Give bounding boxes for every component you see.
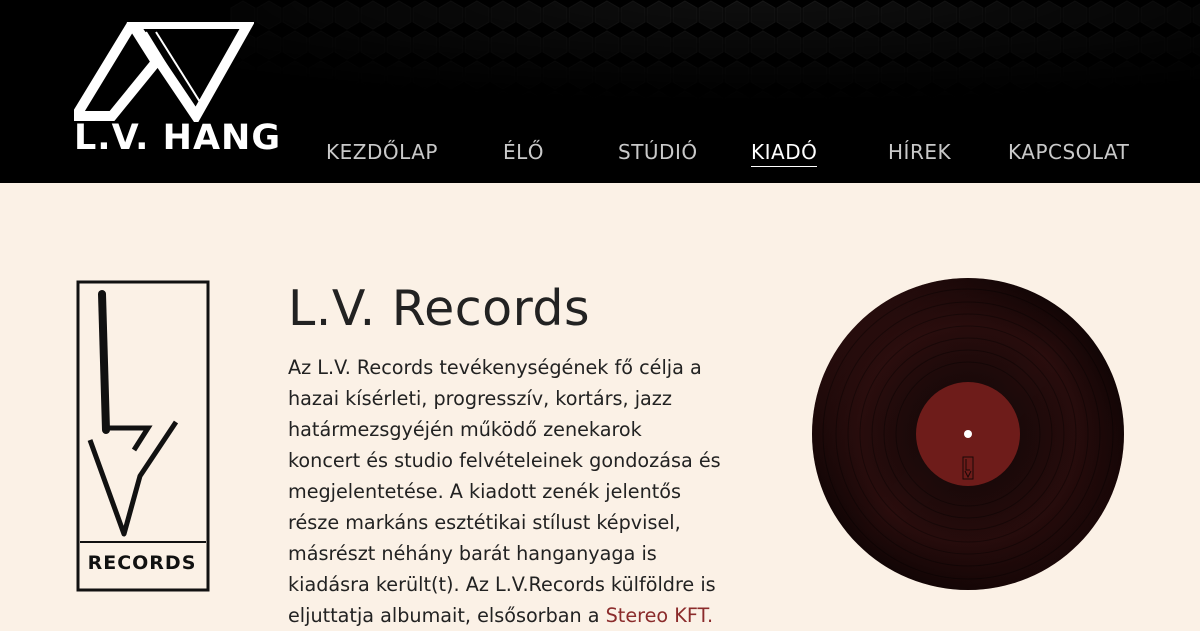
- paragraph-line: megjelentetése. A kiadott zenék jelentős: [288, 480, 681, 503]
- nav-item-hirek[interactable]: HÍREK: [888, 140, 951, 164]
- hexagon-pattern-background: [230, 0, 1200, 130]
- paragraph-line: határmezsgyéjén működő zenekarok: [288, 418, 642, 441]
- paragraph-line-last: eljuttatja albumait, elsősorban a Stereo…: [288, 600, 758, 631]
- lv-triangle-logo-icon: [74, 22, 254, 122]
- lv-records-label-logo: RECORDS: [76, 280, 210, 592]
- records-wordmark: RECORDS: [88, 552, 197, 574]
- nav-item-kezdolap[interactable]: KEZDŐLAP: [326, 140, 438, 164]
- nav-item-elo[interactable]: ÉLŐ: [503, 140, 544, 164]
- main-nav: KEZDŐLAP ÉLŐ STÚDIÓ KIADÓ HÍREK KAPCSOLA…: [0, 140, 1200, 180]
- vinyl-spindle-hole: [964, 430, 972, 438]
- paragraph-line: része markáns esztétikai stílust képvise…: [288, 511, 681, 534]
- paragraph-line: másrészt néhány barát hanganyaga is: [288, 542, 657, 565]
- intro-paragraph: Az L.V. Records tevékenységének fő célja…: [288, 352, 758, 631]
- paragraph-line: kiadásra került(t). Az L.V.Records külfö…: [288, 573, 716, 596]
- paragraph-line: koncert és studio felvételeinek gondozás…: [288, 449, 721, 472]
- paragraph-line: Az L.V. Records tevékenységének fő célja…: [288, 356, 702, 379]
- page-title: L.V. Records: [288, 280, 591, 337]
- nav-item-kapcsolat[interactable]: KAPCSOLAT: [1008, 140, 1129, 164]
- site-header: L.V. HANG KEZDŐLAP ÉLŐ STÚDIÓ KIADÓ HÍRE…: [0, 0, 1200, 183]
- paragraph-text: eljuttatja albumait, elsősorban a: [288, 604, 606, 627]
- vinyl-record-image: [812, 278, 1124, 590]
- nav-item-kiado[interactable]: KIADÓ: [751, 140, 818, 167]
- nav-item-studio[interactable]: STÚDIÓ: [618, 140, 698, 164]
- stereo-kft-link[interactable]: Stereo KFT.: [606, 604, 713, 627]
- paragraph-line: hazai kísérleti, progresszív, kortárs, j…: [288, 387, 672, 410]
